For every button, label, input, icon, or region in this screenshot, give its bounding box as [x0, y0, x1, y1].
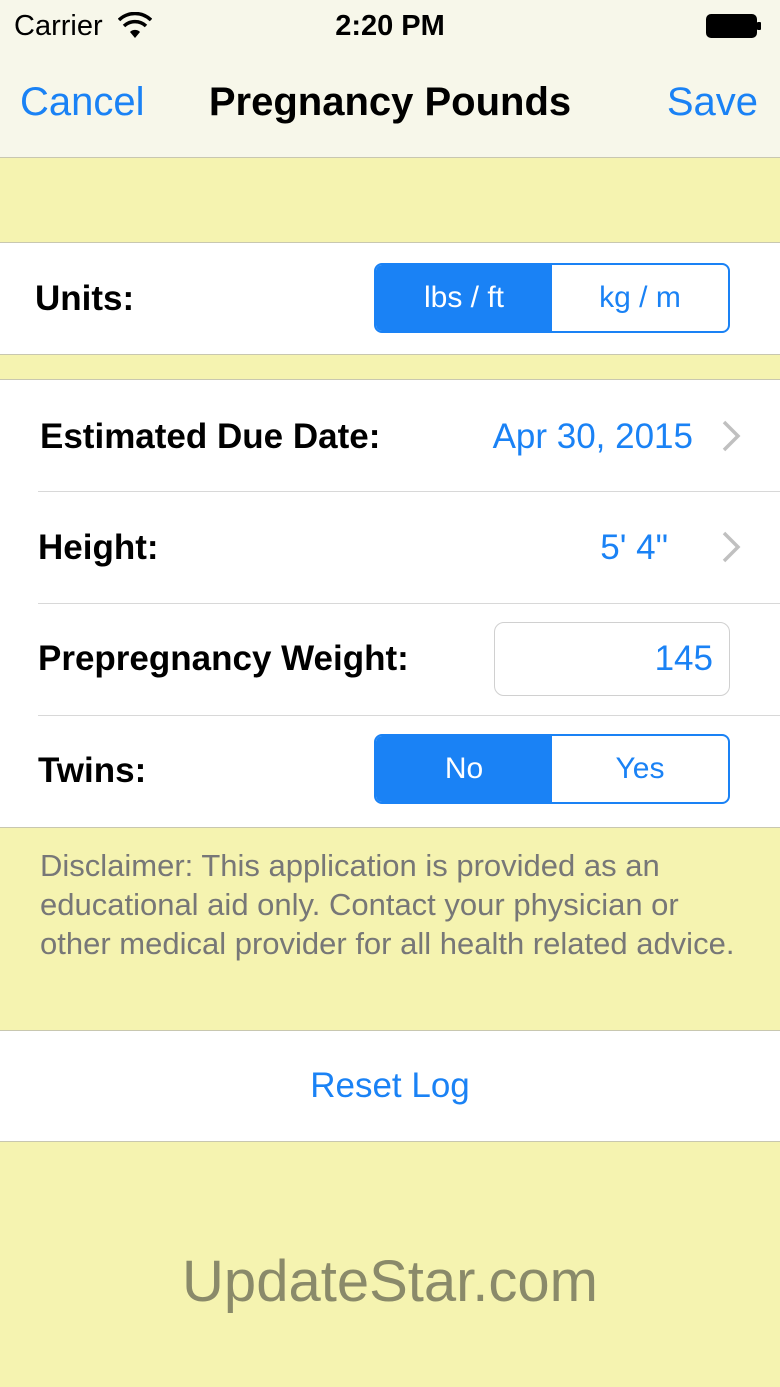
- twins-option-yes[interactable]: Yes: [552, 736, 728, 802]
- navigation-bar: Cancel Pregnancy Pounds Save: [0, 56, 780, 158]
- weight-input[interactable]: 145: [494, 622, 730, 696]
- clock: 2:20 PM: [335, 10, 445, 42]
- twins-label: Twins:: [38, 751, 147, 790]
- reset-log-label: Reset Log: [310, 1066, 470, 1105]
- due-date-label: Estimated Due Date:: [40, 417, 381, 456]
- save-button[interactable]: Save: [667, 80, 758, 125]
- battery-icon: [706, 14, 761, 38]
- settings-section: Estimated Due Date: Apr 30, 2015 Height:…: [0, 379, 780, 828]
- weight-row: Prepregnancy Weight: 145: [0, 604, 780, 715]
- status-bar: Carrier 2:20 PM: [0, 0, 780, 56]
- weight-label: Prepregnancy Weight:: [38, 639, 409, 678]
- height-value: 5' 4": [600, 528, 668, 567]
- chevron-right-icon: [722, 420, 741, 452]
- due-date-row[interactable]: Estimated Due Date: Apr 30, 2015: [0, 380, 780, 491]
- watermark: UpdateStar.com: [182, 1249, 598, 1314]
- units-label: Units:: [35, 279, 135, 318]
- units-option-lbs-ft[interactable]: lbs / ft: [376, 265, 552, 331]
- twins-segmented-control[interactable]: No Yes: [374, 734, 730, 804]
- due-date-value: Apr 30, 2015: [492, 417, 693, 456]
- disclaimer-text: Disclaimer: This application is provided…: [40, 848, 735, 961]
- twins-option-no[interactable]: No: [376, 736, 552, 802]
- height-row[interactable]: Height: 5' 4": [0, 492, 780, 603]
- units-option-kg-m[interactable]: kg / m: [552, 265, 728, 331]
- height-label: Height:: [38, 528, 159, 567]
- page-title: Pregnancy Pounds: [208, 80, 572, 124]
- units-section: Units: lbs / ft kg / m: [0, 242, 780, 355]
- units-segmented-control[interactable]: lbs / ft kg / m: [374, 263, 730, 333]
- chevron-right-icon: [722, 531, 741, 563]
- twins-row: Twins: No Yes: [0, 716, 780, 827]
- reset-log-button[interactable]: Reset Log: [0, 1030, 780, 1142]
